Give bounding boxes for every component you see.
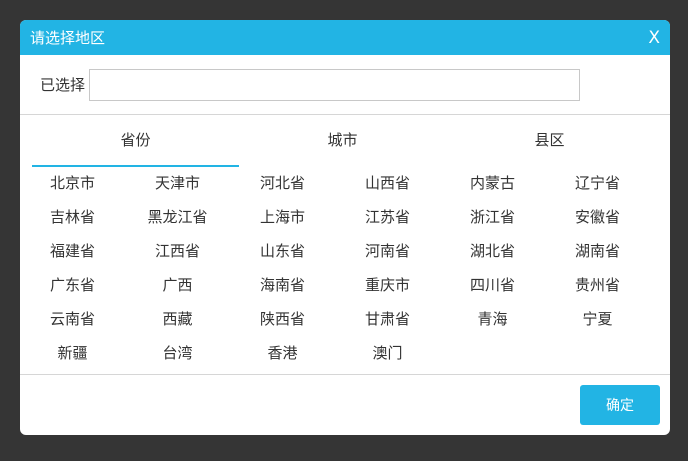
confirm-button[interactable]: 确定 [580, 385, 660, 425]
province-item[interactable]: 新疆 [20, 336, 125, 370]
tab-city[interactable]: 城市 [239, 115, 446, 167]
tab-province[interactable]: 省份 [32, 115, 239, 167]
province-item[interactable]: 云南省 [20, 302, 125, 336]
dialog-titlebar: 请选择地区 X [20, 20, 670, 55]
region-picker-dialog: 请选择地区 X 已选择 省份 城市 县区 北京市 天津市 河北省 山西省 内蒙古… [20, 20, 670, 435]
province-item[interactable]: 陕西省 [230, 302, 335, 336]
province-item[interactable]: 香港 [230, 336, 335, 370]
province-item[interactable]: 海南省 [230, 268, 335, 302]
province-item[interactable]: 甘肃省 [335, 302, 440, 336]
province-item[interactable]: 辽宁省 [545, 166, 650, 200]
province-item[interactable]: 西藏 [125, 302, 230, 336]
province-item[interactable]: 北京市 [20, 166, 125, 200]
province-item[interactable]: 青海 [440, 302, 545, 336]
close-icon[interactable]: X [640, 28, 660, 48]
province-item[interactable]: 澳门 [335, 336, 440, 370]
province-item[interactable]: 上海市 [230, 200, 335, 234]
province-item[interactable]: 山西省 [335, 166, 440, 200]
province-item[interactable]: 吉林省 [20, 200, 125, 234]
province-item[interactable]: 湖北省 [440, 234, 545, 268]
dialog-title: 请选择地区 [30, 29, 106, 47]
tab-county[interactable]: 县区 [446, 115, 653, 167]
province-item[interactable]: 湖南省 [545, 234, 650, 268]
province-item[interactable]: 河北省 [230, 166, 335, 200]
province-item[interactable]: 浙江省 [440, 200, 545, 234]
province-item[interactable]: 江苏省 [335, 200, 440, 234]
province-item[interactable]: 内蒙古 [440, 166, 545, 200]
province-item[interactable]: 宁夏 [545, 302, 650, 336]
province-item[interactable]: 黑龙江省 [125, 200, 230, 234]
province-item[interactable]: 山东省 [230, 234, 335, 268]
selected-label: 已选择 [40, 76, 86, 94]
province-item[interactable]: 广东省 [20, 268, 125, 302]
selected-region-input[interactable] [89, 68, 581, 101]
region-tabs: 省份 城市 县区 [20, 115, 670, 167]
province-item[interactable]: 安徽省 [545, 200, 650, 234]
province-grid: 北京市 天津市 河北省 山西省 内蒙古 辽宁省 吉林省 黑龙江省 上海市 江苏省… [20, 166, 670, 370]
province-item[interactable]: 河南省 [335, 234, 440, 268]
province-item[interactable]: 四川省 [440, 268, 545, 302]
province-item[interactable]: 贵州省 [545, 268, 650, 302]
selected-row: 已选择 [20, 55, 670, 115]
dialog-footer: 确定 [20, 374, 670, 435]
province-item[interactable]: 广西 [125, 268, 230, 302]
province-item[interactable]: 台湾 [125, 336, 230, 370]
province-item[interactable]: 重庆市 [335, 268, 440, 302]
province-item[interactable]: 福建省 [20, 234, 125, 268]
province-item[interactable]: 天津市 [125, 166, 230, 200]
province-item[interactable]: 江西省 [125, 234, 230, 268]
